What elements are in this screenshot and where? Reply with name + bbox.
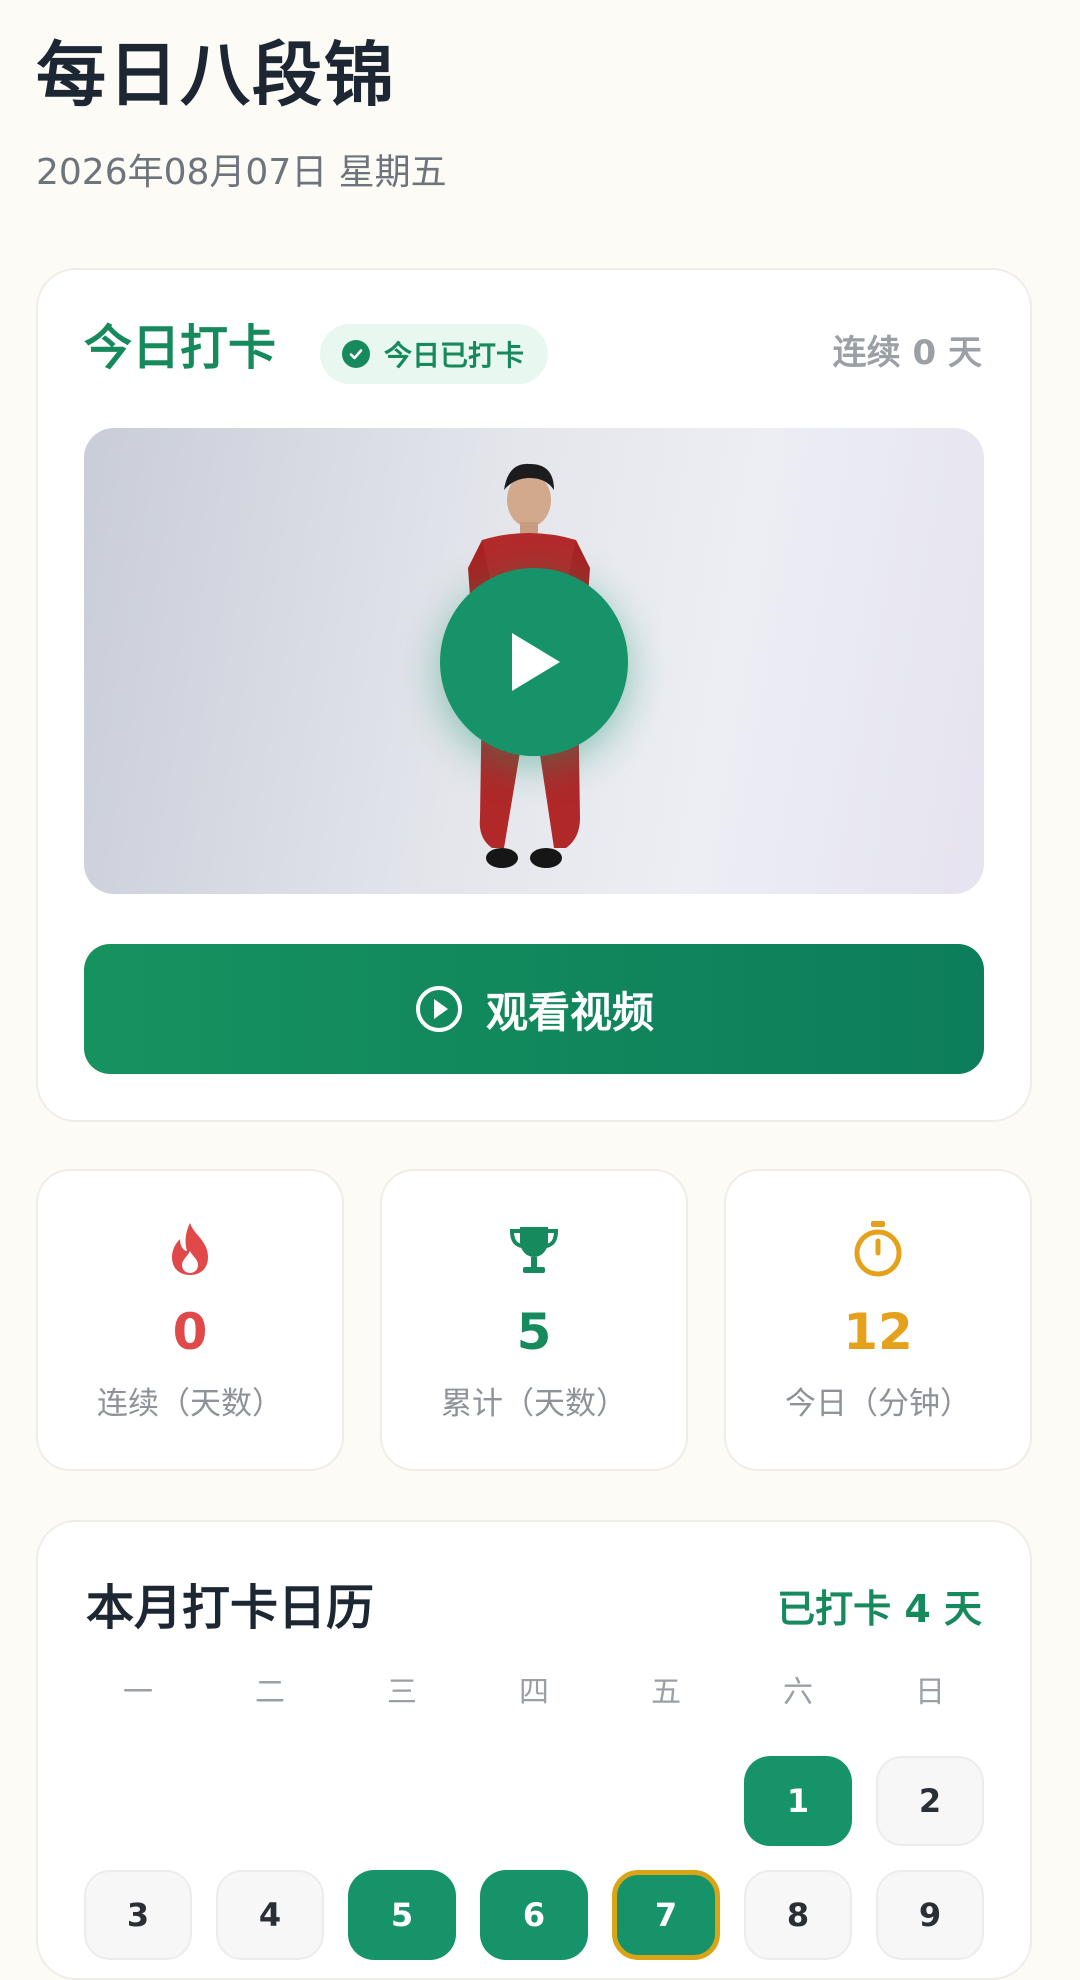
weekday-tue: 二 [255, 1675, 285, 1710]
page-title: 每日八段锦 [36, 34, 396, 116]
stat-card-total: 5 累计（天数） [380, 1169, 688, 1471]
calendar-summary: 已打卡 4 天 [777, 1587, 982, 1631]
flame-icon [172, 1223, 208, 1275]
play-icon [512, 633, 560, 691]
calendar-day-5[interactable]: 5 [348, 1870, 456, 1960]
date-label: 2026年08月07日 星期五 [36, 152, 447, 193]
checked-in-badge-label: 今日已打卡 [384, 339, 525, 372]
stat-value-minutes: 12 [843, 1303, 913, 1361]
stat-value-streak: 0 [172, 1303, 208, 1361]
stat-card-streak: 0 连续（天数） [36, 1169, 344, 1471]
calendar-card: 本月打卡日历 已打卡 4 天 一 二 三 四 五 六 日 1 2 3 4 5 6… [36, 1520, 1032, 1980]
weekday-fri: 五 [651, 1675, 681, 1710]
stat-label-total: 累计（天数） [441, 1386, 627, 1422]
calendar-day-1[interactable]: 1 [744, 1756, 852, 1846]
checked-in-badge: 今日已打卡 [320, 324, 549, 384]
calendar-day-9[interactable]: 9 [876, 1870, 984, 1960]
streak-label: 连续 0 天 [832, 333, 982, 373]
stat-card-minutes: 12 今日（分钟） [724, 1169, 1032, 1471]
calendar-day-4[interactable]: 4 [216, 1870, 324, 1960]
play-button[interactable] [440, 568, 628, 756]
calendar-day-6[interactable]: 6 [480, 1870, 588, 1960]
weekday-wed: 三 [387, 1675, 417, 1710]
page: 每日八段锦 2026年08月07日 星期五 今日打卡 今日已打卡 连续 0 天 [0, 0, 1080, 1980]
weekday-sat: 六 [783, 1675, 813, 1710]
stopwatch-icon [854, 1221, 902, 1277]
watch-video-button-label: 观看视频 [485, 987, 654, 1037]
play-circle-icon [415, 986, 462, 1032]
watch-video-button[interactable]: 观看视频 [84, 944, 984, 1074]
calendar-day-8[interactable]: 8 [744, 1870, 852, 1960]
stat-label-minutes: 今日（分钟） [785, 1386, 971, 1422]
weekday-mon: 一 [123, 1675, 153, 1710]
check-circle-icon [342, 340, 370, 368]
stat-label-streak: 连续（天数） [97, 1386, 283, 1422]
calendar-title: 本月打卡日历 [86, 1580, 375, 1636]
stat-value-total: 5 [516, 1303, 552, 1361]
calendar-day-3[interactable]: 3 [84, 1870, 192, 1960]
trophy-icon [509, 1227, 559, 1273]
calendar-day-2[interactable]: 2 [876, 1756, 984, 1846]
checkin-title: 今日打卡 [84, 320, 277, 376]
weekday-thu: 四 [519, 1675, 549, 1710]
calendar-day-7-today[interactable]: 7 [612, 1870, 720, 1960]
video-thumbnail[interactable] [84, 428, 984, 894]
weekday-sun: 日 [915, 1675, 945, 1710]
checkin-card: 今日打卡 今日已打卡 连续 0 天 观看视频 [36, 268, 1032, 1122]
